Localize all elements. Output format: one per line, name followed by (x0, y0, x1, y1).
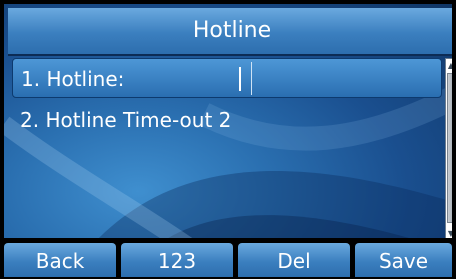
scroll-up-arrow-icon[interactable]: ▲ (447, 61, 452, 71)
delete-softkey[interactable]: Del (238, 243, 350, 277)
list-item-hotline-timeout[interactable]: 2. Hotline Time-out 2 (12, 100, 442, 140)
hotline-number-field[interactable] (251, 62, 252, 95)
back-softkey[interactable]: Back (4, 243, 116, 277)
list-item-hotline[interactable]: 1. Hotline: (12, 58, 442, 98)
list-item-label: 1. Hotline: (21, 67, 125, 91)
settings-list: 1. Hotline: 2. Hotline Time-out 2 (12, 58, 442, 142)
screen-title: Hotline (8, 8, 452, 56)
scrollbar[interactable]: ▲ ▼ (445, 58, 452, 242)
text-cursor (239, 67, 241, 91)
softkey-bar: Back 123 Del Save (0, 238, 456, 277)
scrollbar-thumb[interactable] (447, 73, 452, 223)
save-softkey[interactable]: Save (355, 243, 452, 277)
input-method-softkey[interactable]: 123 (121, 243, 233, 277)
list-item-label: 2. Hotline Time-out 2 (20, 108, 232, 132)
phone-screen: Hotline 1. Hotline: 2. Hotline Time-out … (0, 0, 456, 276)
